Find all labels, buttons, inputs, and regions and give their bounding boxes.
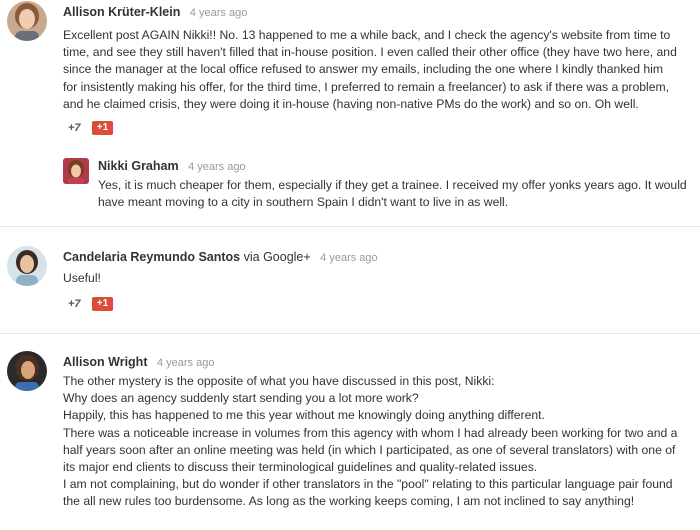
author-name[interactable]: Allison Wright: [63, 355, 148, 369]
comment-text: Useful!: [63, 270, 693, 287]
comment-header: Candelaria Reymundo Santos via Google+ 4…: [63, 249, 693, 266]
comment-line: time, and see they still haven't filled …: [63, 45, 677, 60]
comment-text: Yes, it is much cheaper for them, especi…: [98, 177, 698, 211]
comment-line: Why does an agency suddenly start sendin…: [63, 391, 419, 406]
author-name[interactable]: Allison Krüter-Klein: [63, 5, 180, 19]
avatar[interactable]: [7, 1, 47, 41]
plus-one-actions: +7 +1: [68, 297, 128, 313]
author-name[interactable]: Candelaria Reymundo Santos: [63, 250, 240, 264]
plus-one-actions: +7 +1: [68, 121, 128, 137]
plus-one-button[interactable]: +1: [92, 297, 113, 311]
comment-line: and he claimed crisis, they were doing i…: [63, 96, 639, 111]
comment-line: Excellent post AGAIN Nikki!! No. 13 happ…: [63, 28, 671, 42]
via-source-link[interactable]: Google+: [263, 250, 311, 264]
comment-line: the all new rules too burdensome. As lon…: [63, 494, 635, 509]
author-name[interactable]: Nikki Graham: [98, 159, 179, 173]
avatar[interactable]: [7, 246, 47, 286]
via-label: via: [243, 250, 260, 264]
comment-body: Candelaria Reymundo Santos via Google+ 4…: [63, 249, 693, 287]
comment-line: The other mystery is the opposite of wha…: [63, 374, 495, 388]
comment-line: There was a noticeable increase in volum…: [63, 425, 678, 440]
comment-header: Allison Krüter-Klein 4 years ago: [63, 4, 693, 21]
comment-text: The other mystery is the opposite of wha…: [63, 373, 693, 511]
comment-body: Allison Krüter-Klein 4 years ago Excelle…: [63, 4, 693, 113]
comment-line: for insistently making his offer, for th…: [63, 79, 670, 94]
divider: [0, 226, 700, 227]
timestamp[interactable]: 4 years ago: [190, 7, 247, 19]
comment-line: Happily, this has happened to me this ye…: [63, 408, 545, 423]
comment-text: Excellent post AGAIN Nikki!! No. 13 happ…: [63, 27, 693, 113]
comment-line: Yes, it is much cheaper for them, especi…: [98, 178, 687, 192]
timestamp[interactable]: 4 years ago: [320, 252, 377, 264]
comment-line: since the manager at the local office re…: [63, 62, 663, 77]
avatar[interactable]: [63, 158, 89, 184]
comment-header: Nikki Graham 4 years ago: [98, 158, 698, 175]
avatar-photo-icon: [63, 158, 89, 184]
avatar-photo-icon: [7, 1, 47, 41]
comment-line: its major end clients to discuss their t…: [63, 460, 538, 475]
comment-thread: Allison Krüter-Klein 4 years ago Excelle…: [0, 0, 700, 530]
comment-body: Nikki Graham 4 years ago Yes, it is much…: [98, 158, 698, 211]
avatar-photo-icon: [7, 351, 47, 391]
comment-line: Useful!: [63, 271, 101, 285]
comment-line: have meant moving to a city in southern …: [98, 195, 509, 210]
timestamp[interactable]: 4 years ago: [188, 161, 245, 173]
plus-one-button[interactable]: +1: [92, 121, 113, 135]
timestamp[interactable]: 4 years ago: [157, 357, 214, 369]
comment-line: half years soon after an online meeting …: [63, 442, 676, 457]
comment-line: I am not complaining, but do wonder if o…: [63, 477, 673, 492]
plus-one-count: +7: [68, 298, 81, 310]
avatar[interactable]: [7, 351, 47, 391]
comment-body: Allison Wright 4 years ago The other mys…: [63, 354, 693, 511]
divider: [0, 333, 700, 334]
plus-one-count: +7: [68, 122, 81, 134]
comment-header: Allison Wright 4 years ago: [63, 354, 693, 371]
avatar-photo-icon: [7, 246, 47, 286]
